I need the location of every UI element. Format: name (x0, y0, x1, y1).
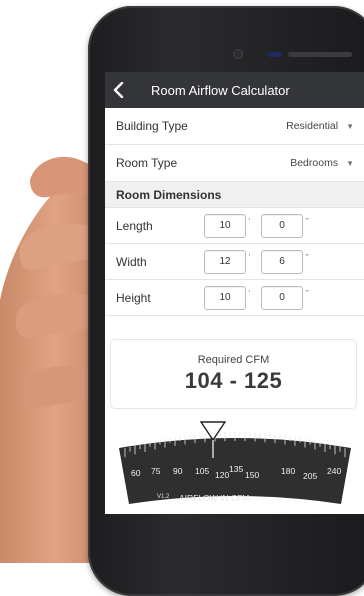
length-label: Length (116, 218, 153, 233)
required-cfm-label: Required CFM (197, 354, 270, 366)
page-title: Room Airflow Calculator (151, 82, 290, 98)
room-type-select[interactable]: Bedrooms ▼ (290, 157, 354, 169)
required-cfm-value: 104 - 125 (184, 368, 283, 393)
building-type-select[interactable]: Residential ▼ (286, 120, 354, 132)
dial-graphic: 60 75 90 105 120135150 180 205 240 V1.2 AIRFLOW… (119, 421, 351, 504)
earpiece-speaker (288, 52, 352, 57)
feet-unit: ' (249, 254, 251, 261)
front-camera (234, 50, 242, 58)
results-card: Required CFM 104 - 125 (111, 340, 356, 408)
dial-tick-label: 150 (245, 470, 259, 480)
length-row: Length 10 ' 0 " (105, 208, 364, 244)
building-type-label: Building Type (116, 119, 188, 133)
width-inches-input[interactable]: 6 (261, 249, 303, 274)
building-type-value: Residential (286, 120, 339, 132)
dial-tick-label: 205 (303, 471, 317, 481)
dial-tick-label: 120 (215, 470, 229, 480)
dial-tick-label: 75 (151, 466, 161, 476)
height-label: Height (116, 290, 151, 305)
room-dimensions-header: Room Dimensions (105, 182, 364, 208)
dial-tick-label: 135 (229, 464, 243, 474)
inches-unit: " (306, 290, 309, 297)
feet-unit: ' (249, 290, 251, 297)
room-type-value: Bedrooms (290, 157, 339, 169)
height-row: Height 10 ' 0 " (105, 280, 364, 316)
room-type-label: Room Type (116, 156, 178, 170)
inches-unit: " (306, 254, 309, 261)
dial-tick-label: 90 (173, 466, 183, 476)
navigation-bar: Room Airflow Calculator (105, 72, 364, 108)
back-button[interactable] (105, 72, 133, 108)
dial-tick-label: 60 (131, 468, 141, 478)
width-feet-input[interactable]: 12 (204, 249, 246, 274)
dial-tick-label: 105 (195, 466, 209, 476)
length-inches-input[interactable]: 0 (261, 213, 303, 238)
inches-unit: " (306, 218, 309, 225)
app-screen: Room Airflow Calculator Building Type Re… (105, 72, 364, 514)
dial-tick-label: 240 (327, 466, 341, 476)
chevron-left-icon (113, 82, 124, 98)
dial-caption: AIRFLOW IN CFM (179, 493, 249, 503)
chevron-down-icon: ▼ (346, 121, 354, 131)
room-type-row[interactable]: Room Type Bedrooms ▼ (105, 145, 364, 182)
feet-unit: ' (249, 218, 251, 225)
proximity-sensor (268, 52, 282, 57)
building-type-row[interactable]: Building Type Residential ▼ (105, 108, 364, 145)
airflow-dial[interactable]: 60 75 90 105 120 135 150 180 205 240 V1.2 AIRFLOW… (105, 418, 364, 514)
chevron-down-icon: ▼ (346, 158, 354, 168)
dial-tick-label: 180 (281, 466, 295, 476)
height-feet-input[interactable]: 10 (204, 285, 246, 310)
height-inches-input[interactable]: 0 (261, 285, 303, 310)
width-label: Width (116, 254, 147, 269)
width-row: Width 12 ' 6 " (105, 244, 364, 280)
length-feet-input[interactable]: 10 (204, 213, 246, 238)
dial-version: V1.2 (157, 494, 170, 500)
